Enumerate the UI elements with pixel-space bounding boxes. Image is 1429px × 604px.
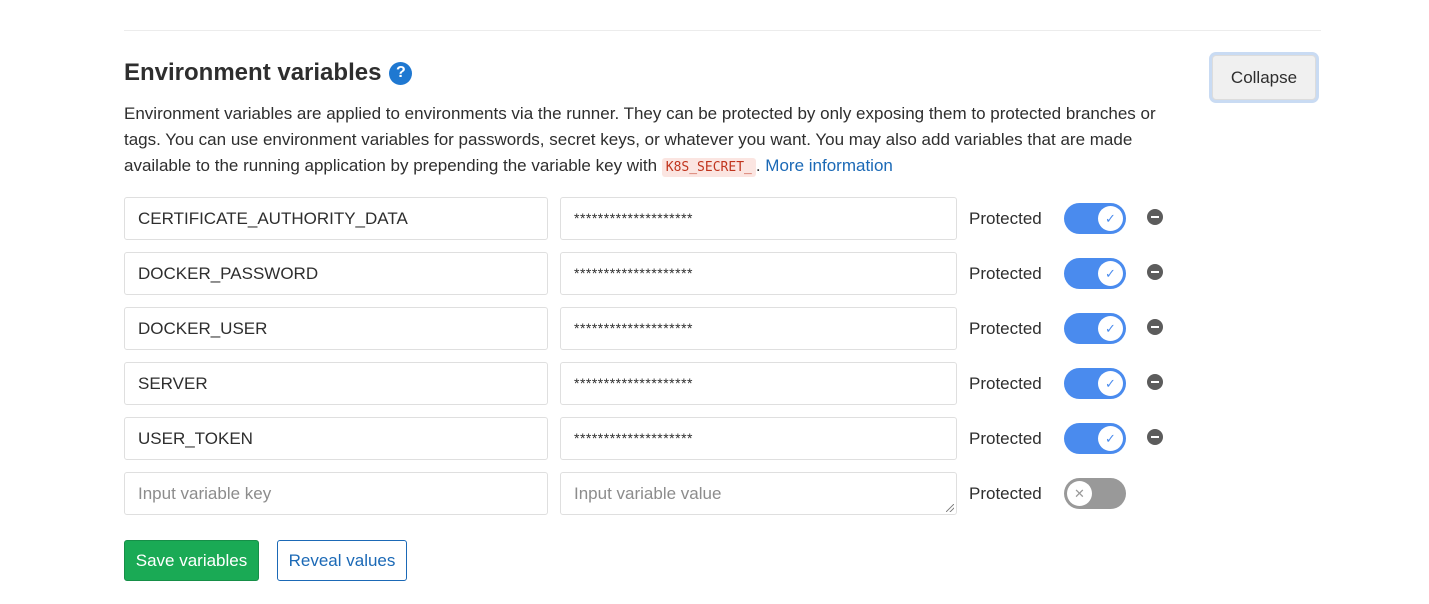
variable-row: SERVER ******************** Protected ✓ [124,362,1224,406]
variable-key-input[interactable]: USER_TOKEN [124,417,548,460]
new-variable-value-placeholder: Input variable value [574,484,722,503]
collapse-button[interactable]: Collapse [1212,55,1316,100]
new-variable-key-input[interactable]: Input variable key [124,472,548,515]
variable-value-input[interactable]: ******************** [560,197,957,240]
more-information-link[interactable]: More information [765,156,893,175]
section-title: Environment variables [124,59,382,86]
minus-circle-icon[interactable] [1147,429,1163,445]
variable-value-input[interactable]: ******************** [560,307,957,350]
protected-label: Protected [969,319,1042,338]
protected-toggle[interactable]: ✓ [1064,423,1126,454]
section-description: Environment variables are applied to env… [124,101,1184,181]
check-icon: ✓ [1098,316,1123,341]
variable-row: CERTIFICATE_AUTHORITY_DATA *************… [124,197,1224,241]
protected-toggle[interactable]: ✓ [1064,203,1126,234]
check-icon: ✓ [1098,426,1123,451]
new-variable-row: Input variable key Input variable value … [124,472,1224,516]
minus-circle-icon[interactable] [1147,374,1163,390]
variable-key-input[interactable]: DOCKER_PASSWORD [124,252,548,295]
question-circle-icon[interactable]: ? [389,61,413,85]
check-icon: ✓ [1098,371,1123,396]
protected-label: Protected [969,264,1042,283]
protected-label: Protected [969,429,1042,448]
minus-circle-icon[interactable] [1147,264,1163,280]
check-icon: ✓ [1098,206,1123,231]
protected-label: Protected [969,209,1042,228]
variable-value-input[interactable]: ******************** [560,417,957,460]
protected-label: Protected [969,484,1042,503]
protected-label: Protected [969,374,1042,393]
minus-circle-icon[interactable] [1147,319,1163,335]
save-variables-button[interactable]: Save variables [124,540,259,581]
x-icon: ✕ [1067,481,1092,506]
section-header: Environment variables ? [124,56,413,90]
variable-value-input[interactable]: ******************** [560,252,957,295]
new-variable-value-input[interactable]: Input variable value [560,472,957,515]
variable-key-input[interactable]: SERVER [124,362,548,405]
description-text-end: . [755,156,766,175]
variable-row: DOCKER_USER ******************** Protect… [124,307,1224,351]
protected-toggle[interactable]: ✓ [1064,313,1126,344]
reveal-values-button[interactable]: Reveal values [277,540,407,581]
section-divider [124,30,1321,31]
variable-key-input[interactable]: CERTIFICATE_AUTHORITY_DATA [124,197,548,240]
description-text: Environment variables are applied to env… [124,104,1156,175]
variable-key-input[interactable]: DOCKER_USER [124,307,548,350]
variable-row: USER_TOKEN ******************** Protecte… [124,417,1224,461]
check-icon: ✓ [1098,261,1123,286]
variable-row: DOCKER_PASSWORD ******************** Pro… [124,252,1224,296]
protected-toggle[interactable]: ✓ [1064,368,1126,399]
minus-circle-icon[interactable] [1147,209,1163,225]
protected-toggle[interactable]: ✓ [1064,258,1126,289]
k8s-secret-prefix-code: K8S_SECRET_ [661,158,756,177]
variable-value-input[interactable]: ******************** [560,362,957,405]
resize-grip-icon[interactable] [946,504,954,512]
protected-toggle[interactable]: ✕ [1064,478,1126,509]
